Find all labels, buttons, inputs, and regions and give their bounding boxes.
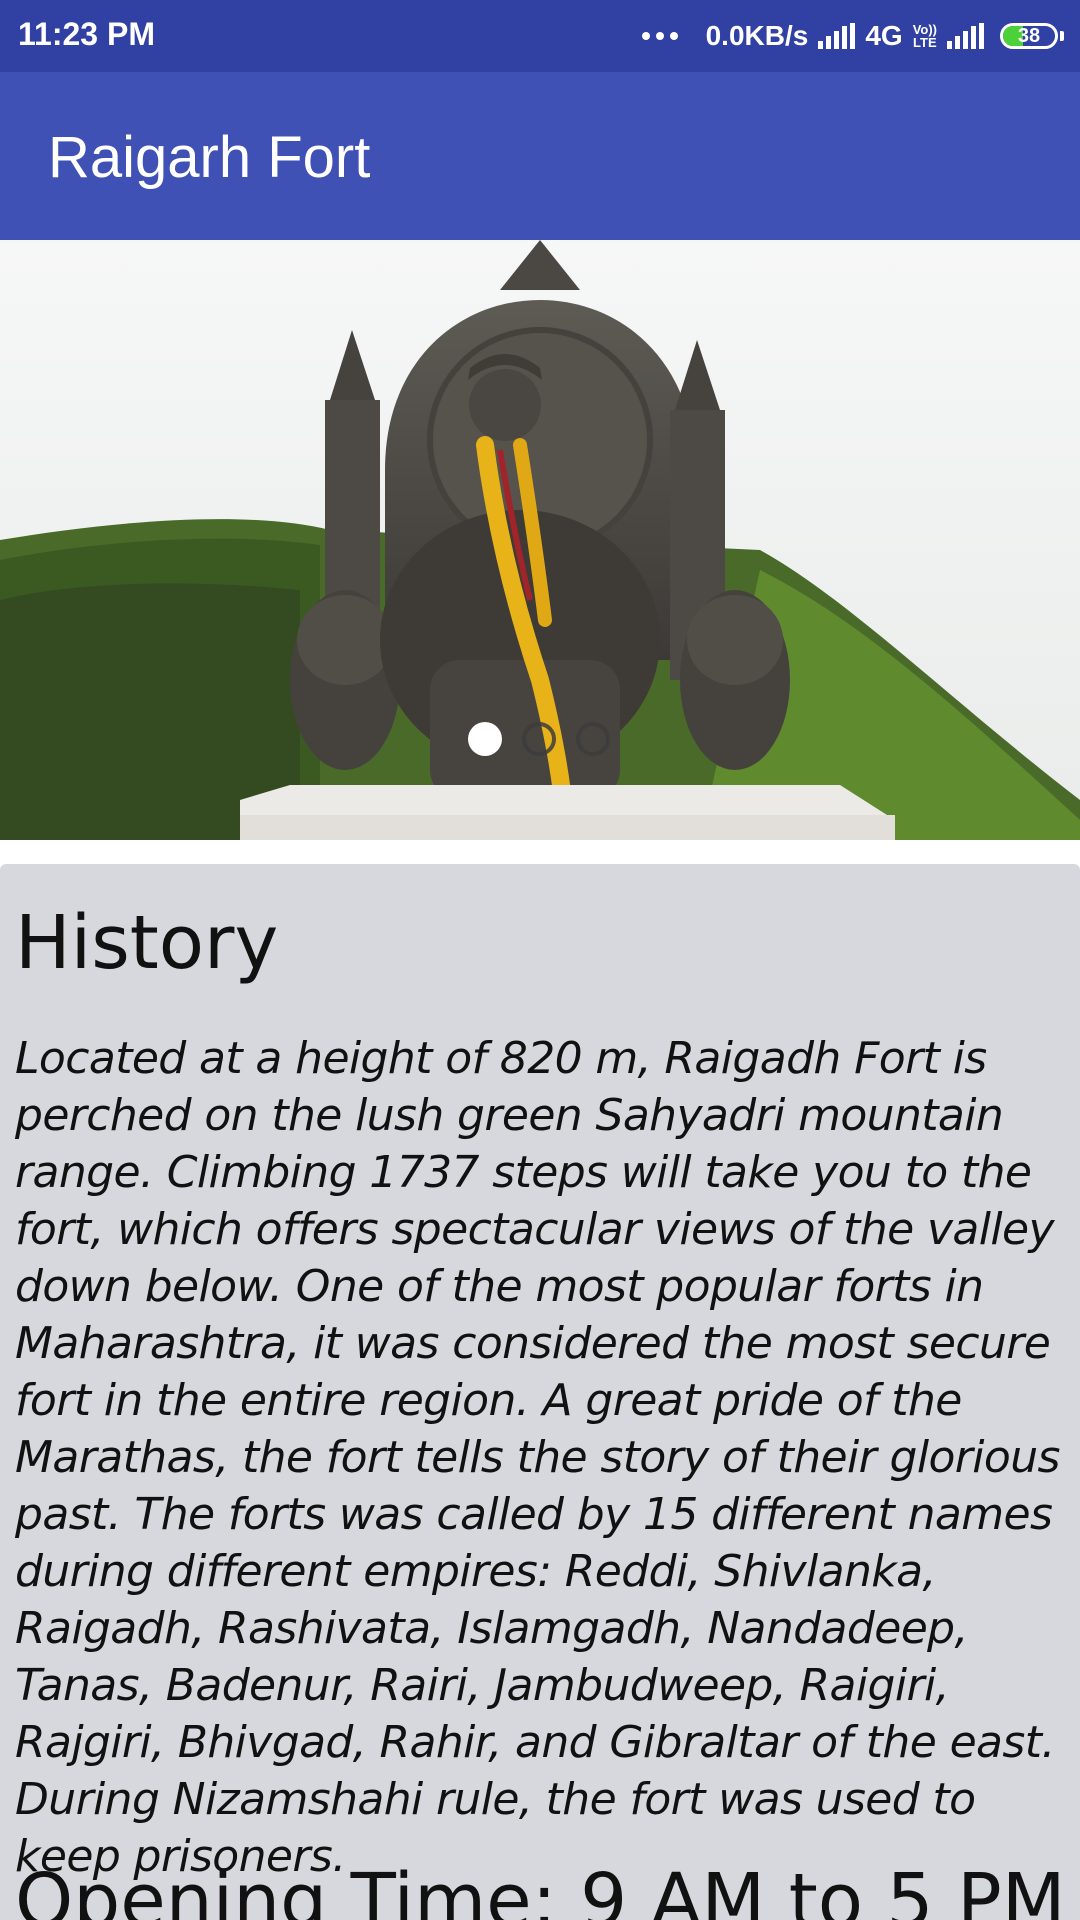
more-dots-icon bbox=[641, 32, 678, 40]
signal-icon bbox=[818, 23, 856, 49]
signal-icon bbox=[947, 23, 984, 49]
app-title: Raigarh Fort bbox=[48, 125, 371, 190]
carousel-indicator-2[interactable] bbox=[522, 722, 556, 756]
status-bar: 11:23 PM 0.0KB/s 4G Vo)) LTE 38 bbox=[0, 0, 1080, 72]
battery-nub bbox=[1060, 31, 1064, 41]
network-type: 4G bbox=[865, 20, 903, 51]
battery-icon: 38 bbox=[1000, 23, 1058, 49]
battery-level: 38 bbox=[1017, 24, 1041, 47]
carousel-indicator-3[interactable] bbox=[576, 722, 610, 756]
history-text: Located at a height of 820 m, Raigadh Fo… bbox=[15, 1033, 1060, 1882]
network-speed: 0.0KB/s bbox=[705, 20, 809, 51]
status-icons: 0.0KB/s 4G Vo)) LTE 38 bbox=[641, 12, 1064, 60]
screen: 11:23 PM 0.0KB/s 4G Vo)) LTE 38 Raigarh … bbox=[0, 0, 1080, 1920]
app-bar: Raigarh Fort bbox=[0, 72, 1080, 240]
history-title: History bbox=[15, 900, 279, 986]
status-time: 11:23 PM bbox=[18, 16, 155, 52]
volte-label-bottom: LTE bbox=[913, 35, 937, 50]
carousel-indicator-1[interactable] bbox=[468, 722, 502, 756]
opening-time: Opening Time: 9 AM to 5 PM bbox=[15, 1858, 1066, 1920]
volte-icon: Vo)) LTE bbox=[913, 23, 937, 49]
